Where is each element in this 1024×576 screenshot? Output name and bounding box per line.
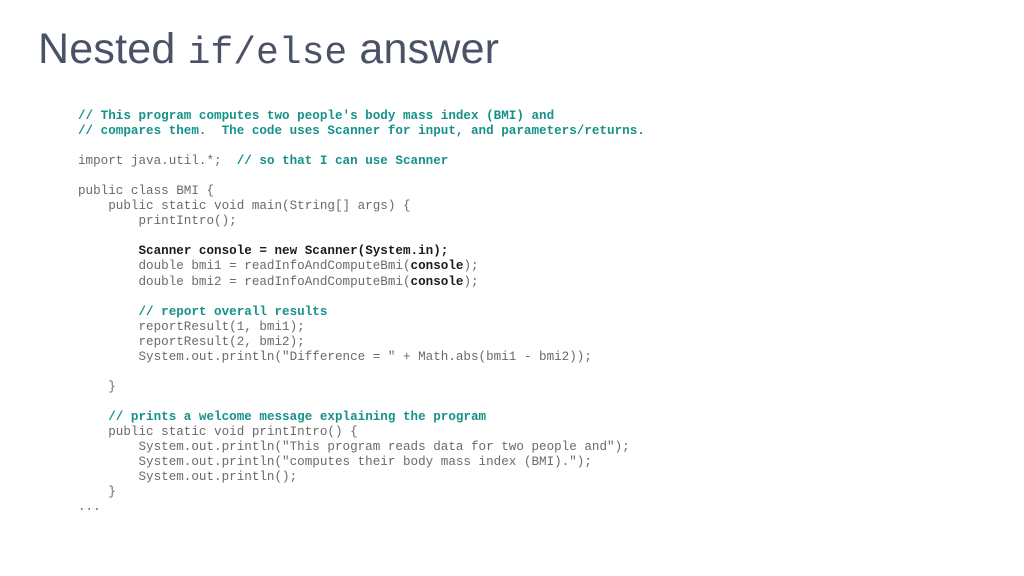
code-text: double bmi2 = readInfoAndComputeBmi( — [78, 274, 411, 289]
code-comment: // report overall results — [138, 304, 328, 319]
code-line: reportResult(1, bmi1); — [78, 320, 645, 335]
code-text: System.out.println(); — [78, 470, 298, 485]
code-text: ); — [463, 274, 479, 289]
code-line: public class BMI { — [78, 184, 645, 199]
code-comment: // This program computes two people's bo… — [78, 109, 555, 123]
code-line: double bmi1 = readInfoAndComputeBmi(cons… — [78, 259, 645, 274]
code-line: // This program computes two people's bo… — [78, 109, 645, 124]
code-line: System.out.println("This program reads d… — [78, 440, 645, 455]
code-line: reportResult(2, bmi2); — [78, 335, 645, 350]
code-text: reportResult(2, bmi2); — [78, 334, 305, 349]
code-text: ... — [78, 500, 101, 515]
code-line: public static void main(String[] args) { — [78, 199, 645, 214]
code-line: System.out.println(); — [78, 470, 645, 485]
code-listing: // This program computes two people's bo… — [78, 109, 645, 515]
code-comment: // compares them. The code uses Scanner … — [78, 124, 645, 139]
page-title: Nested if/else answer — [38, 22, 499, 81]
code-text: System.out.println("computes their body … — [78, 455, 592, 470]
code-line: printIntro(); — [78, 214, 645, 229]
code-text: public static void printIntro() { — [78, 424, 358, 439]
code-line: System.out.println("computes their body … — [78, 455, 645, 470]
code-line: // compares them. The code uses Scanner … — [78, 124, 645, 139]
code-emphasis: console — [410, 259, 464, 274]
code-text: double bmi1 = readInfoAndComputeBmi( — [78, 259, 411, 274]
code-line: // report overall results — [78, 305, 645, 320]
code-line: // prints a welcome message explaining t… — [78, 410, 645, 425]
code-text: } — [78, 379, 116, 394]
code-line: double bmi2 = readInfoAndComputeBmi(cons… — [78, 275, 645, 290]
page-title-prefix: Nested — [38, 25, 188, 73]
code-line: public static void printIntro() { — [78, 425, 645, 440]
code-text: System.out.println("Difference = " + Mat… — [78, 349, 592, 364]
code-text: printIntro(); — [78, 214, 237, 229]
code-line: Scanner console = new Scanner(System.in)… — [78, 244, 645, 259]
code-text: System.out.println("This program reads d… — [78, 440, 630, 455]
code-text: public static void main(String[] args) { — [78, 199, 411, 214]
code-text: import java.util.*; — [78, 154, 237, 169]
code-comment: // so that I can use Scanner — [236, 154, 449, 169]
page-title-suffix: answer — [347, 25, 500, 73]
code-text: reportResult(1, bmi1); — [78, 319, 305, 334]
page-title-keyword: if/else — [187, 32, 348, 75]
code-line: import java.util.*; // so that I can use… — [78, 154, 645, 169]
code-line: ... — [78, 500, 645, 515]
code-text: ); — [463, 259, 479, 274]
code-emphasis: console — [410, 274, 464, 289]
code-emphasis: Scanner console = new Scanner(System.in)… — [138, 244, 449, 259]
code-line: } — [78, 380, 645, 395]
code-line: System.out.println("Difference = " + Mat… — [78, 350, 645, 365]
code-comment: // prints a welcome message explaining t… — [108, 409, 487, 424]
code-line: } — [78, 485, 645, 500]
code-text: public class BMI { — [78, 184, 215, 199]
code-text: } — [78, 485, 116, 500]
slide-canvas: Nested if/else answer // This program co… — [0, 0, 1024, 576]
